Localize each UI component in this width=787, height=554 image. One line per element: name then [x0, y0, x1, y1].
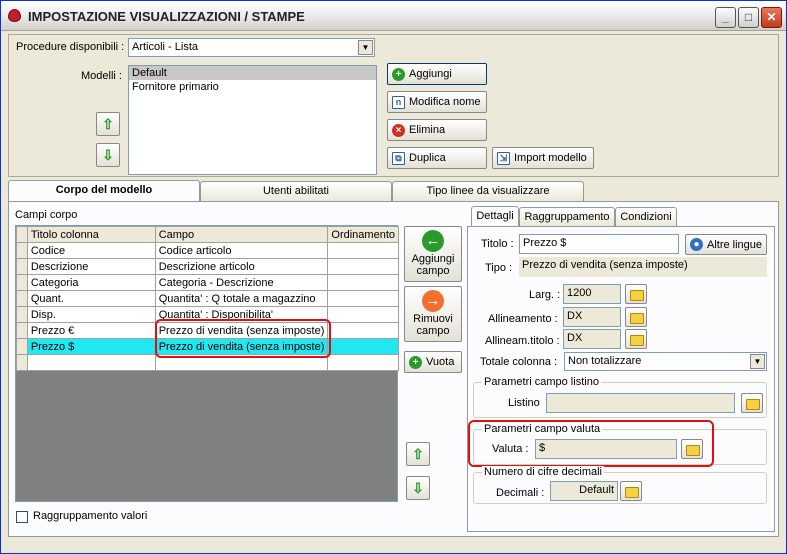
tipo-label: Tipo : — [485, 262, 513, 274]
highlight-annotation — [468, 420, 714, 467]
listino-group-title: Parametri campo listino — [482, 376, 601, 388]
altre-lingue-label: Altre lingue — [707, 238, 763, 251]
elimina-button[interactable]: × Elimina — [387, 119, 487, 141]
move-down-icon[interactable]: ⇩ — [406, 476, 430, 500]
aggiungi-campo-button[interactable]: ← Aggiungi campo — [404, 226, 462, 282]
tab-tipo-linee[interactable]: Tipo linee da visualizzare — [392, 181, 584, 201]
tab-dettagli[interactable]: Dettagli — [471, 206, 519, 227]
import-icon: ⇲ — [497, 151, 510, 165]
campi-corpo-label: Campi corpo — [15, 209, 78, 221]
listino-input[interactable] — [546, 393, 735, 413]
vuota-button[interactable]: + Vuota — [404, 351, 462, 373]
larg-label: Larg. : — [529, 289, 561, 301]
rimuovi-campo-label-1: Rimuovi — [413, 313, 453, 325]
modifica-label: Modifica nome — [409, 96, 481, 108]
folder-icon[interactable] — [741, 393, 763, 413]
rimuovi-campo-button[interactable]: → Rimuovi campo — [404, 286, 462, 342]
allineam-titolo-input[interactable]: DX — [563, 329, 621, 349]
tab-condizioni[interactable]: Condizioni — [615, 207, 677, 226]
allineam-titolo-label: Allineam.titolo : — [485, 335, 560, 347]
app-icon — [8, 9, 21, 22]
move-up-icon[interactable]: ⇧ — [406, 442, 430, 466]
duplica-label: Duplica — [409, 152, 446, 164]
plus-icon: + — [409, 355, 422, 369]
procedure-select[interactable]: Articoli - Lista ▼ — [128, 38, 375, 57]
aggiungi-campo-label-1: Aggiungi — [411, 253, 455, 265]
minimize-button[interactable]: _ — [715, 7, 736, 28]
larg-input[interactable]: 1200 — [563, 284, 621, 304]
elimina-label: Elimina — [409, 124, 446, 136]
folder-icon[interactable] — [625, 307, 647, 327]
move-up-icon[interactable]: ⇧ — [96, 112, 120, 136]
tab-utenti-abilitati[interactable]: Utenti abilitati — [200, 181, 392, 201]
totale-colonna-value: Non totalizzare — [568, 355, 642, 367]
table-row[interactable]: Codice Codice articolo — [16, 242, 399, 259]
tab-corpo-modello[interactable]: Corpo del modello — [8, 180, 200, 202]
import-modello-button[interactable]: ⇲ Import modello — [492, 147, 594, 169]
chevron-down-icon[interactable]: ▼ — [750, 354, 765, 369]
table-row[interactable]: Descrizione Descrizione articolo — [16, 258, 399, 275]
modelli-label: Modelli : — [81, 70, 122, 82]
main-window: IMPOSTAZIONE VISUALIZZAZIONI / STAMPE _ … — [0, 0, 787, 554]
row-header — [16, 226, 28, 243]
column-header[interactable]: Ordinamento — [327, 226, 399, 243]
allineamento-label: Allineamento : — [488, 313, 558, 325]
rimuovi-campo-label-2: campo — [416, 325, 450, 337]
modelli-list[interactable]: Default Fornitore primario — [128, 65, 377, 175]
column-header[interactable]: Campo — [154, 226, 329, 243]
maximize-button[interactable]: □ — [738, 7, 759, 28]
duplicate-icon: ⧉ — [392, 151, 405, 165]
decimali-label: Decimali : — [496, 487, 545, 499]
decimali-group-title: Numero di cifre decimali — [482, 466, 604, 478]
table-row[interactable]: Categoria Categoria - Descrizione — [16, 274, 399, 291]
list-item[interactable]: Default — [129, 66, 376, 80]
duplica-button[interactable]: ⧉ Duplica — [387, 147, 487, 169]
list-item[interactable]: Fornitore primario — [129, 80, 376, 94]
titolo-label: Titolo : — [481, 238, 514, 250]
modifica-nome-button[interactable]: n Modifica nome — [387, 91, 487, 113]
tab-raggruppamento[interactable]: Raggruppamento — [519, 207, 615, 226]
procedure-label: Procedure disponibili : — [16, 41, 125, 53]
folder-icon[interactable] — [620, 481, 642, 501]
chevron-down-icon[interactable]: ▼ — [358, 40, 373, 55]
vuota-label: Vuota — [426, 356, 455, 368]
totale-colonna-select[interactable]: Non totalizzare ▼ — [564, 352, 767, 371]
highlight-annotation — [155, 319, 331, 358]
aggiungi-label: Aggiungi — [409, 68, 452, 80]
delete-icon: × — [392, 123, 405, 137]
close-button[interactable]: ✕ — [761, 7, 782, 28]
totale-colonna-label: Totale colonna : — [480, 356, 558, 368]
globe-icon: ● — [690, 238, 703, 251]
altre-lingue-button[interactable]: ● Altre lingue — [685, 234, 767, 255]
tipo-value: Prezzo di vendita (senza imposte) — [519, 257, 767, 277]
rename-icon: n — [392, 95, 405, 109]
folder-icon[interactable] — [625, 329, 647, 349]
arrow-left-icon: ← — [422, 230, 444, 252]
title-bar[interactable]: IMPOSTAZIONE VISUALIZZAZIONI / STAMPE _ … — [1, 1, 786, 31]
column-header[interactable]: Titolo colonna — [26, 226, 156, 243]
aggiungi-button[interactable]: + Aggiungi — [387, 63, 487, 85]
listino-label: Listino — [508, 397, 540, 409]
titolo-input[interactable]: Prezzo $ — [519, 234, 679, 254]
import-label: Import modello — [514, 152, 587, 164]
raggruppamento-label: Raggruppamento valori — [33, 510, 148, 522]
table-row[interactable]: Quant. Quantita' : Q totale a magazzino — [16, 290, 399, 307]
raggruppamento-checkbox[interactable] — [16, 511, 28, 523]
move-down-icon[interactable]: ⇩ — [96, 143, 120, 167]
arrow-right-icon: → — [422, 290, 444, 312]
window-title: IMPOSTAZIONE VISUALIZZAZIONI / STAMPE — [28, 9, 305, 24]
folder-icon[interactable] — [625, 284, 647, 304]
plus-icon: + — [392, 67, 405, 81]
allineamento-input[interactable]: DX — [563, 307, 621, 327]
aggiungi-campo-label-2: campo — [416, 265, 450, 277]
procedure-select-value: Articoli - Lista — [132, 41, 199, 53]
decimali-input[interactable]: Default — [550, 481, 618, 501]
campi-grid[interactable]: Titolo colonna Campo Ordinamento Codice C… — [15, 225, 399, 502]
